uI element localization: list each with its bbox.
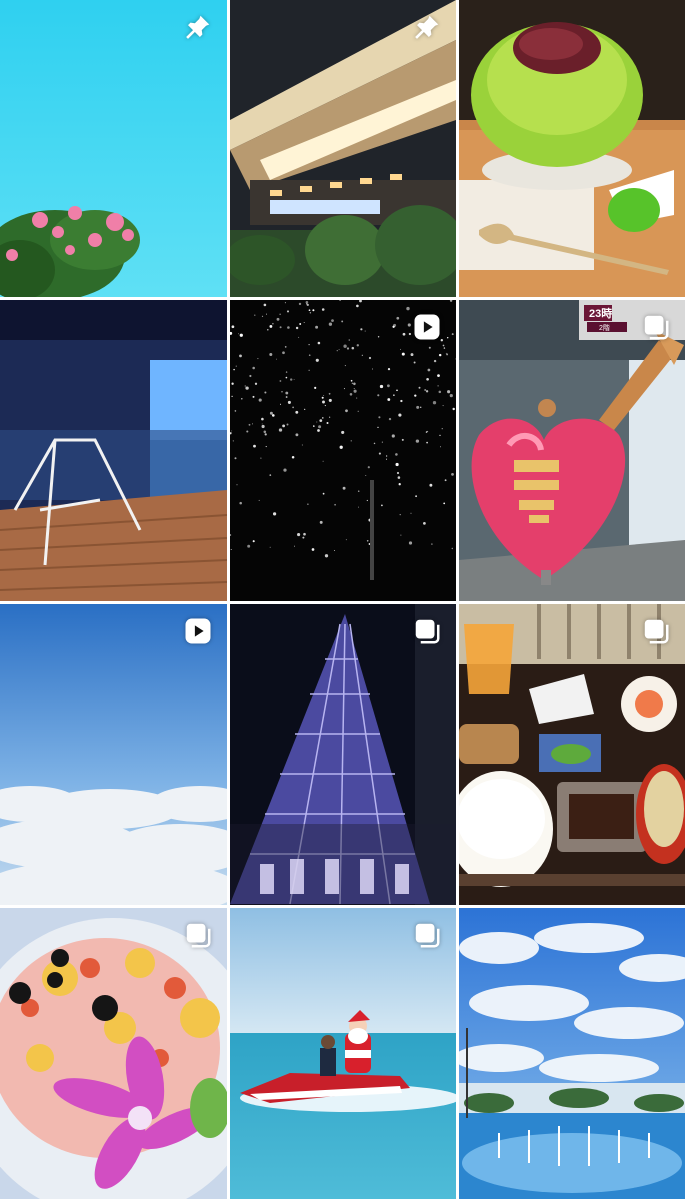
carousel-badge bbox=[641, 616, 671, 646]
post-tile-heart-mailbox[interactable]: 23時 2階 bbox=[459, 300, 685, 601]
post-tile-santa-jetski[interactable] bbox=[230, 908, 456, 1199]
video-badge bbox=[412, 312, 442, 342]
post-image bbox=[0, 604, 227, 905]
post-image bbox=[0, 908, 227, 1199]
carousel-icon bbox=[644, 315, 669, 340]
profile-post-grid: 23時 2階 bbox=[0, 0, 685, 1199]
pin-icon bbox=[186, 15, 210, 39]
carousel-badge bbox=[641, 312, 671, 342]
pinned-badge bbox=[412, 12, 442, 42]
carousel-badge bbox=[183, 920, 213, 950]
carousel-badge bbox=[412, 616, 442, 646]
carousel-icon bbox=[644, 619, 669, 644]
post-tile-matcha-shaved-ice[interactable] bbox=[459, 0, 685, 297]
post-image bbox=[459, 604, 685, 905]
pin-icon bbox=[415, 15, 439, 39]
post-image bbox=[459, 908, 685, 1199]
video-play-icon bbox=[185, 618, 211, 644]
post-image bbox=[230, 0, 456, 297]
carousel-icon bbox=[415, 619, 440, 644]
post-tile-sky-above-clouds[interactable] bbox=[0, 604, 227, 905]
video-play-icon bbox=[414, 314, 440, 340]
carousel-icon bbox=[415, 923, 440, 948]
post-tile-fountain-sky[interactable] bbox=[459, 908, 685, 1199]
post-image bbox=[230, 300, 456, 601]
carousel-badge bbox=[412, 920, 442, 950]
carousel-icon bbox=[186, 923, 211, 948]
post-image bbox=[230, 908, 456, 1199]
post-tile-sky-crape-myrtle[interactable] bbox=[0, 0, 227, 297]
pinned-badge bbox=[183, 12, 213, 42]
post-image bbox=[459, 0, 685, 297]
post-image bbox=[0, 300, 227, 601]
post-image bbox=[230, 604, 456, 905]
post-tile-kokugikan-night[interactable] bbox=[230, 0, 456, 297]
arrow-sign-text: 2階 bbox=[599, 323, 610, 332]
post-tile-starry-lights[interactable] bbox=[230, 300, 456, 601]
post-image bbox=[0, 0, 227, 297]
post-tile-flower-salad[interactable] bbox=[0, 908, 227, 1199]
post-tile-japanese-breakfast[interactable] bbox=[459, 604, 685, 905]
post-tile-glass-building-night[interactable] bbox=[230, 604, 456, 905]
video-badge bbox=[183, 616, 213, 646]
post-tile-terrace-swing[interactable] bbox=[0, 300, 227, 601]
hours-sign-text: 23時 bbox=[589, 306, 612, 320]
post-image: 23時 2階 bbox=[459, 300, 685, 601]
